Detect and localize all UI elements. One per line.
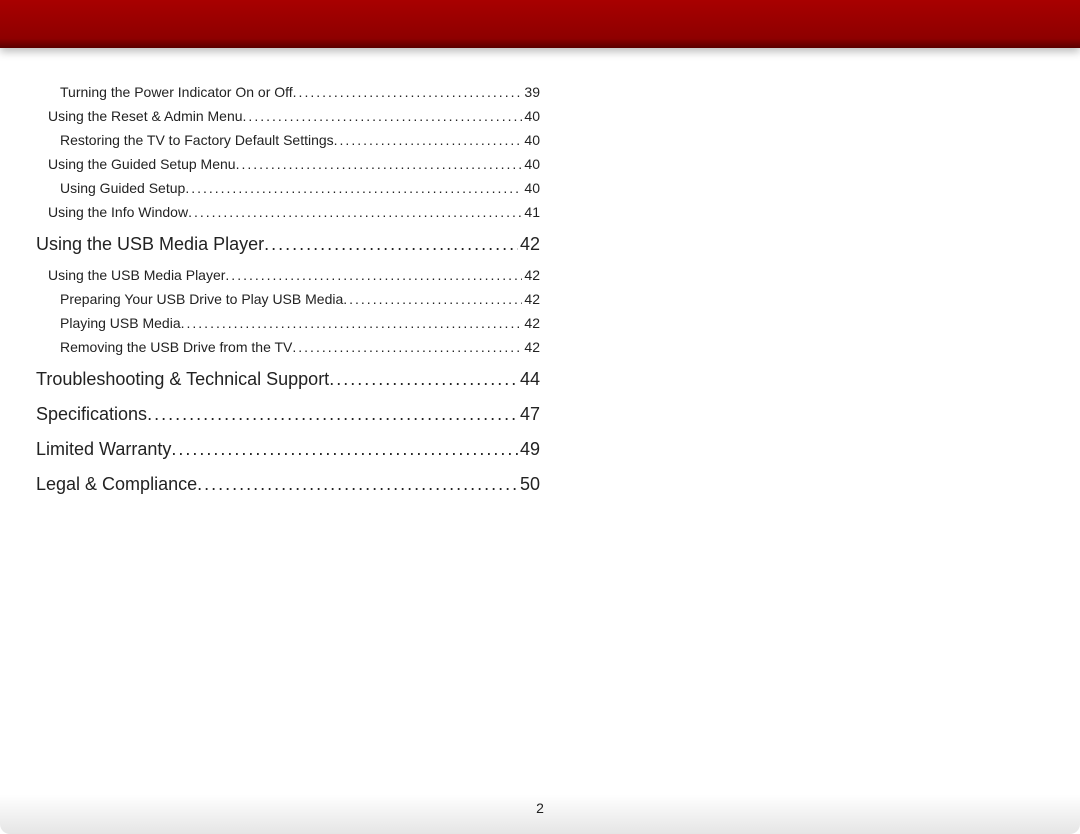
toc-entry: Using the Reset & Admin Menu 40 bbox=[36, 108, 540, 124]
toc-entry: Troubleshooting & Technical Support 44 bbox=[36, 369, 540, 390]
toc-entry-label: Limited Warranty bbox=[36, 439, 171, 460]
toc-leader-dots bbox=[188, 204, 522, 220]
toc-entry: Using the USB Media Player 42 bbox=[36, 267, 540, 283]
toc-entry-page: 39 bbox=[522, 84, 540, 100]
toc-entry-label: Playing USB Media bbox=[60, 315, 181, 331]
toc-leader-dots bbox=[181, 315, 523, 331]
toc-entry-label: Using the USB Media Player bbox=[36, 234, 264, 255]
toc-leader-dots bbox=[243, 108, 523, 124]
toc-entry-label: Using Guided Setup bbox=[60, 180, 185, 196]
toc-entry: Using the USB Media Player 42 bbox=[36, 234, 540, 255]
toc-entry-page: 40 bbox=[522, 108, 540, 124]
toc-entry: Turning the Power Indicator On or Off 39 bbox=[36, 84, 540, 100]
toc-entry-page: 50 bbox=[518, 474, 540, 495]
toc-entry-page: 40 bbox=[522, 180, 540, 196]
toc-leader-dots bbox=[343, 291, 522, 307]
toc-entry: Specifications 47 bbox=[36, 404, 540, 425]
toc-entry-label: Preparing Your USB Drive to Play USB Med… bbox=[60, 291, 343, 307]
toc-leader-dots bbox=[185, 180, 522, 196]
toc-entry: Playing USB Media 42 bbox=[36, 315, 540, 331]
toc-leader-dots bbox=[293, 84, 523, 100]
toc-entry-page: 41 bbox=[522, 204, 540, 220]
toc-entry-page: 40 bbox=[522, 132, 540, 148]
table-of-contents: Turning the Power Indicator On or Off 39 U… bbox=[0, 48, 540, 495]
toc-entry-page: 42 bbox=[522, 339, 540, 355]
toc-entry-label: Removing the USB Drive from the TV bbox=[60, 339, 292, 355]
toc-entry: Restoring the TV to Factory Default Sett… bbox=[36, 132, 540, 148]
toc-entry-label: Specifications bbox=[36, 404, 147, 425]
toc-leader-dots bbox=[225, 267, 522, 283]
toc-leader-dots bbox=[197, 474, 518, 495]
toc-entry-page: 44 bbox=[518, 369, 540, 390]
toc-entry: Removing the USB Drive from the TV 42 bbox=[36, 339, 540, 355]
toc-entry-label: Legal & Compliance bbox=[36, 474, 197, 495]
toc-entry: Using Guided Setup 40 bbox=[36, 180, 540, 196]
toc-leader-dots bbox=[171, 439, 518, 460]
toc-leader-dots bbox=[292, 339, 522, 355]
toc-entry: Legal & Compliance 50 bbox=[36, 474, 540, 495]
header-bar bbox=[0, 0, 1080, 48]
toc-entry-page: 42 bbox=[522, 315, 540, 331]
toc-entry: Limited Warranty 49 bbox=[36, 439, 540, 460]
toc-leader-dots bbox=[236, 156, 523, 172]
toc-entry-label: Using the USB Media Player bbox=[48, 267, 225, 283]
toc-entry-page: 47 bbox=[518, 404, 540, 425]
toc-entry-page: 49 bbox=[518, 439, 540, 460]
toc-entry-label: Turning the Power Indicator On or Off bbox=[60, 84, 293, 100]
toc-entry-label: Restoring the TV to Factory Default Sett… bbox=[60, 132, 334, 148]
toc-leader-dots bbox=[264, 234, 518, 255]
toc-entry-page: 40 bbox=[522, 156, 540, 172]
toc-entry: Using the Info Window 41 bbox=[36, 204, 540, 220]
toc-entry-label: Using the Guided Setup Menu bbox=[48, 156, 236, 172]
toc-entry-label: Using the Reset & Admin Menu bbox=[48, 108, 243, 124]
page-number: 2 bbox=[0, 800, 1080, 816]
toc-entry-page: 42 bbox=[522, 291, 540, 307]
toc-leader-dots bbox=[329, 369, 518, 390]
toc-leader-dots bbox=[334, 132, 523, 148]
toc-entry-page: 42 bbox=[522, 267, 540, 283]
toc-entry: Preparing Your USB Drive to Play USB Med… bbox=[36, 291, 540, 307]
toc-leader-dots bbox=[147, 404, 518, 425]
toc-entry: Using the Guided Setup Menu 40 bbox=[36, 156, 540, 172]
toc-entry-label: Troubleshooting & Technical Support bbox=[36, 369, 329, 390]
toc-entry-label: Using the Info Window bbox=[48, 204, 188, 220]
toc-entry-page: 42 bbox=[518, 234, 540, 255]
